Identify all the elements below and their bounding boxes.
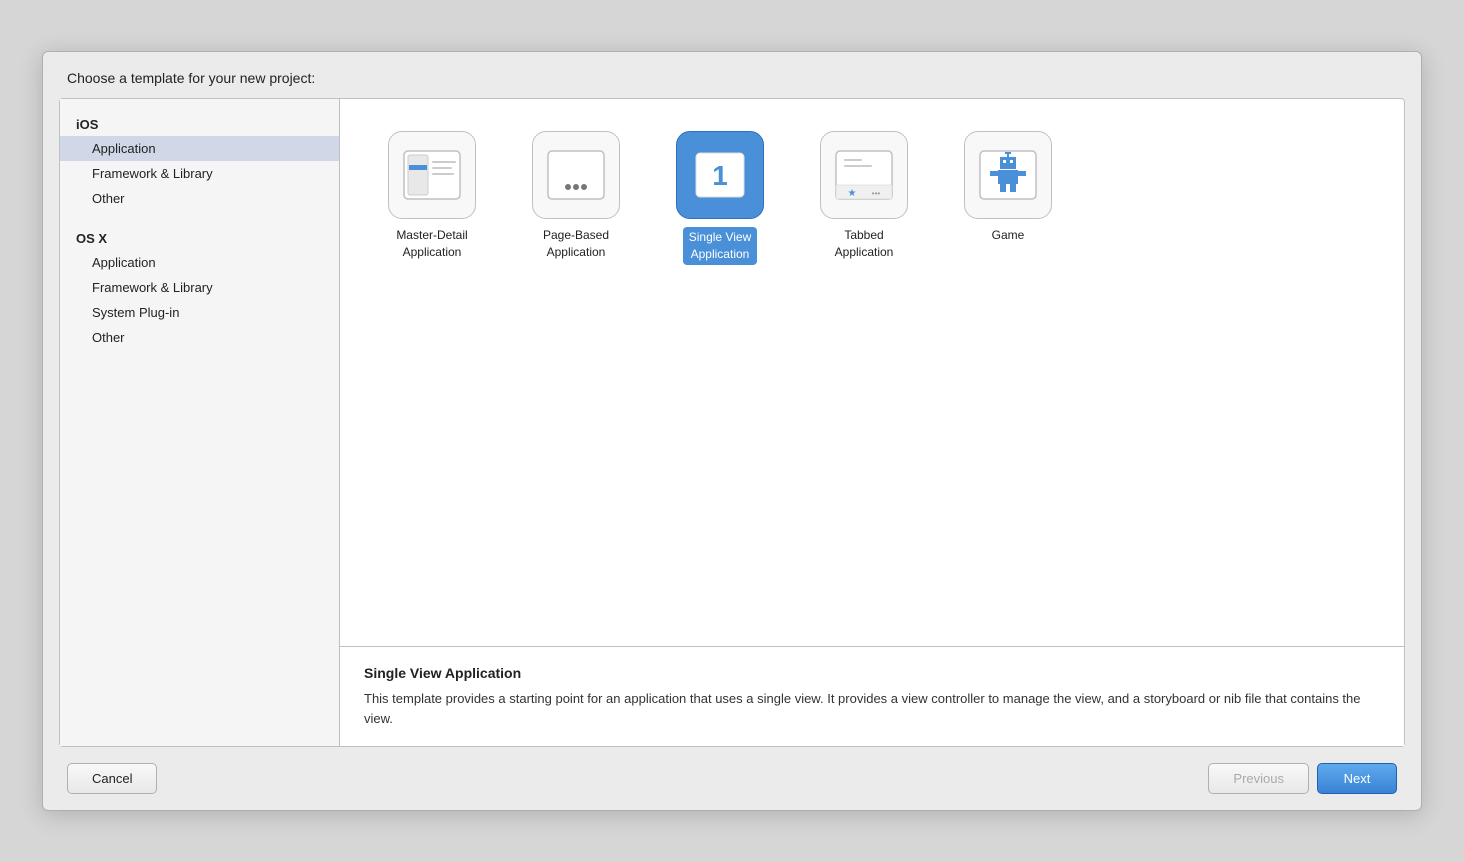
template-label-page-based: Page-BasedApplication (543, 227, 609, 261)
template-label-single-view: Single ViewApplication (683, 227, 757, 265)
sidebar-item-ios-other[interactable]: Other (60, 186, 339, 211)
dialog: Choose a template for your new project: … (42, 51, 1422, 811)
template-icon-master-detail (388, 131, 476, 219)
template-icon-game (964, 131, 1052, 219)
sidebar-item-osx-application[interactable]: Application (60, 250, 339, 275)
svg-text:•••: ••• (872, 189, 881, 198)
template-icon-page-based (532, 131, 620, 219)
dialog-footer: Cancel Previous Next (43, 747, 1421, 810)
template-tabbed[interactable]: ★ ••• TabbedApplication (804, 123, 924, 273)
template-label-tabbed: TabbedApplication (835, 227, 894, 261)
template-label-game: Game (992, 227, 1025, 244)
template-single-view[interactable]: 1 Single ViewApplication (660, 123, 780, 273)
svg-text:★: ★ (848, 188, 857, 199)
template-label-master-detail: Master-DetailApplication (396, 227, 467, 261)
svg-text:1: 1 (712, 160, 728, 191)
sidebar-item-ios-framework[interactable]: Framework & Library (60, 161, 339, 186)
nav-button-group: Previous Next (1208, 763, 1397, 794)
main-content: Master-DetailApplication Page-BasedAppl (340, 99, 1404, 746)
dialog-body: iOS Application Framework & Library Othe… (59, 98, 1405, 747)
description-text: This template provides a starting point … (364, 689, 1380, 728)
sidebar-item-osx-framework[interactable]: Framework & Library (60, 275, 339, 300)
template-master-detail[interactable]: Master-DetailApplication (372, 123, 492, 273)
cancel-button[interactable]: Cancel (67, 763, 157, 794)
next-button[interactable]: Next (1317, 763, 1397, 794)
description-title: Single View Application (364, 665, 1380, 681)
template-icon-single-view: 1 (676, 131, 764, 219)
dialog-header: Choose a template for your new project: (43, 52, 1421, 98)
sidebar-item-osx-other[interactable]: Other (60, 325, 339, 350)
template-page-based[interactable]: Page-BasedApplication (516, 123, 636, 273)
previous-button[interactable]: Previous (1208, 763, 1309, 794)
sidebar: iOS Application Framework & Library Othe… (60, 99, 340, 746)
template-icon-tabbed: ★ ••• (820, 131, 908, 219)
description-area: Single View Application This template pr… (340, 646, 1404, 746)
sidebar-item-ios-application[interactable]: Application (60, 136, 339, 161)
dialog-header-text: Choose a template for your new project: (67, 70, 315, 86)
sidebar-item-osx-plugin[interactable]: System Plug-in (60, 300, 339, 325)
template-game[interactable]: Game (948, 123, 1068, 273)
template-grid: Master-DetailApplication Page-BasedAppl (340, 99, 1404, 646)
sidebar-section-osx: OS X (60, 223, 339, 250)
sidebar-section-ios: iOS (60, 109, 339, 136)
